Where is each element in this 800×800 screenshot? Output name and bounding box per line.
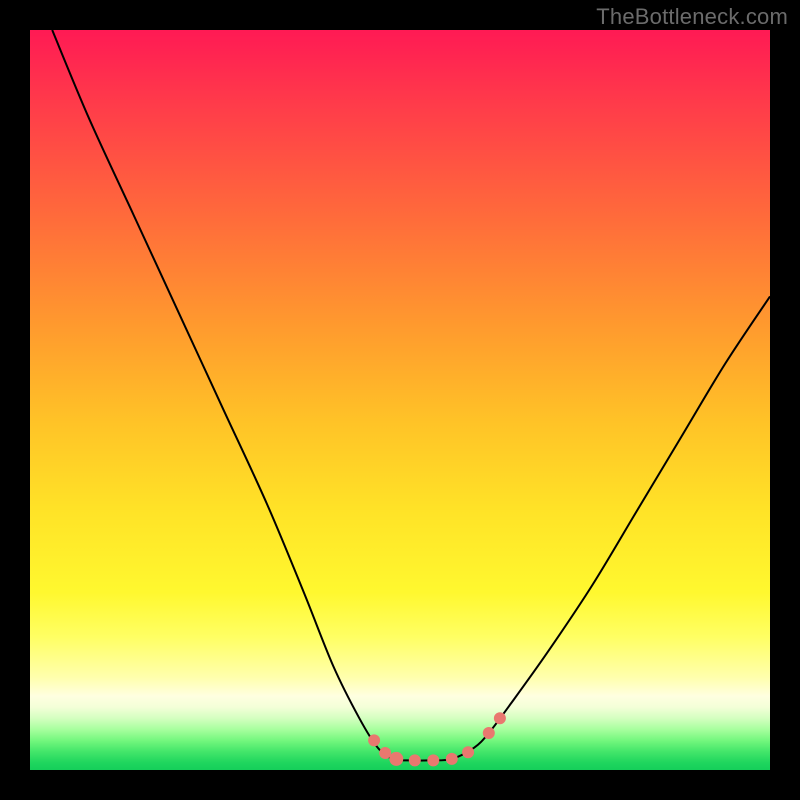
highlight-marker [446, 753, 458, 765]
highlight-marker [427, 754, 439, 766]
marker-group [368, 712, 506, 766]
chart-frame: TheBottleneck.com [0, 0, 800, 800]
highlight-marker [389, 752, 403, 766]
highlight-marker [494, 712, 506, 724]
highlight-marker [379, 747, 391, 759]
chart-svg [30, 30, 770, 770]
plot-area [30, 30, 770, 770]
watermark-text: TheBottleneck.com [596, 4, 788, 30]
highlight-marker [483, 727, 495, 739]
highlight-marker [409, 754, 421, 766]
highlight-marker [462, 746, 474, 758]
bottleneck-curve [52, 30, 770, 761]
highlight-marker [368, 734, 380, 746]
